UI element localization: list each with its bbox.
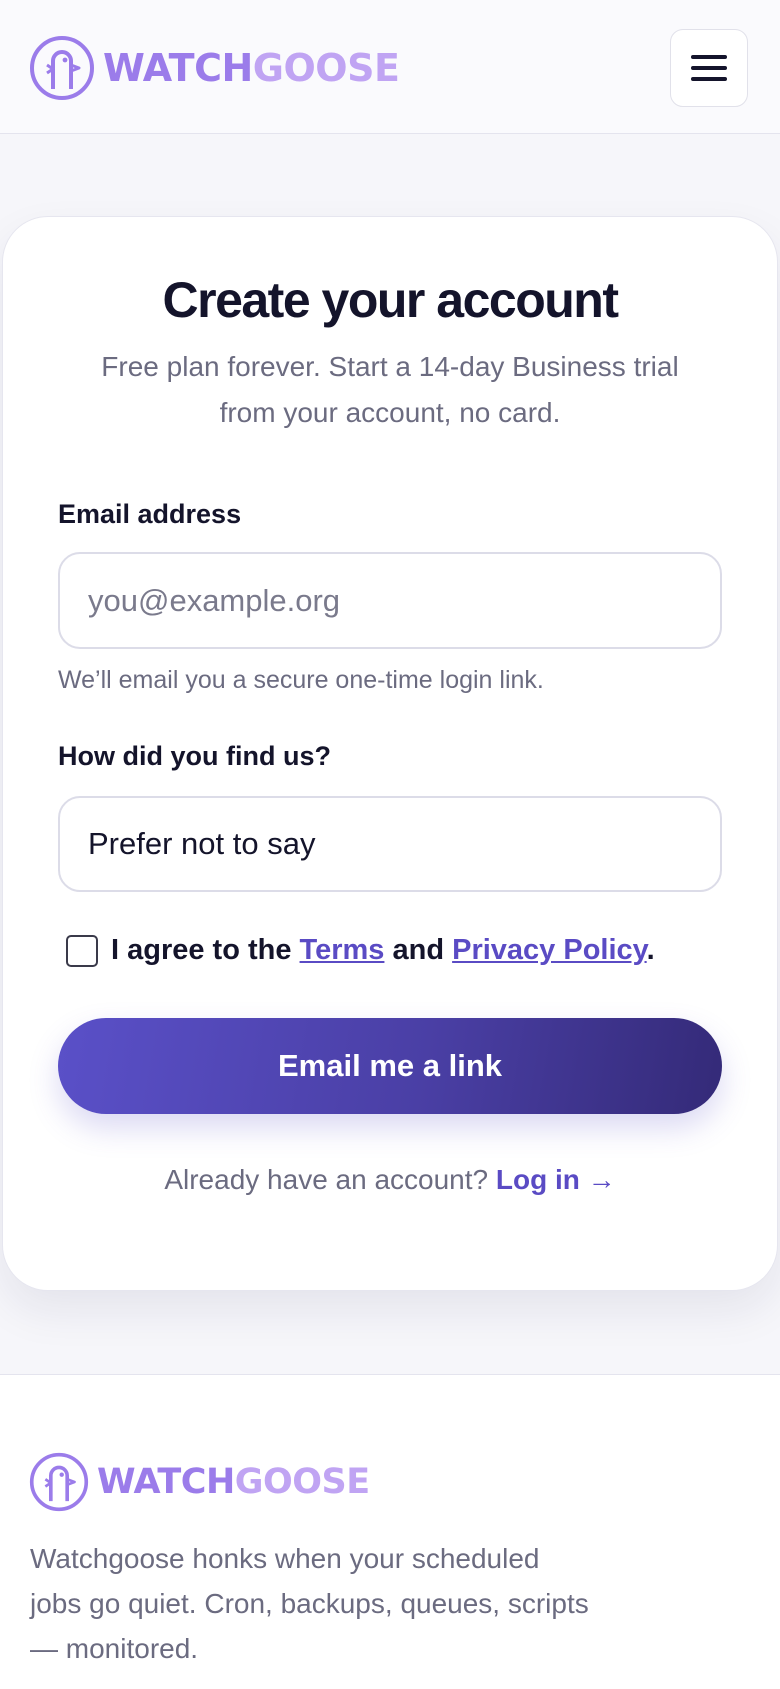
page-title: Create your account (162, 272, 619, 328)
email-label: Email address (58, 499, 242, 529)
footer-wordmark-part1: WATCH (97, 1462, 235, 1502)
site-header: WATCHGOOSE (0, 0, 780, 134)
footer-brand-wordmark: WATCHGOOSE (97, 1462, 370, 1502)
brand-wordmark: WATCHGOOSE (103, 46, 400, 90)
terms-link[interactable]: Terms (300, 934, 385, 966)
terms-agreement-text: I agree to the Terms and Privacy Policy. (111, 934, 655, 967)
footer-description: Watchgoose honks when your scheduled job… (30, 1543, 589, 1664)
hamburger-menu-icon-bar (691, 66, 727, 70)
brand-wordmark-part1: WATCH (103, 46, 253, 90)
footer-wordmark-part2: GOOSE (234, 1462, 370, 1502)
login-link[interactable]: Log in → (496, 1164, 616, 1195)
goose-logo-icon (30, 36, 94, 100)
agree-suffix-text: . (646, 934, 655, 966)
footer-brand-logo[interactable]: WATCHGOOSE (29, 1452, 370, 1512)
page-subtitle: Free plan forever. Start a 14-day Busine… (101, 351, 679, 428)
privacy-policy-link[interactable]: Privacy Policy (452, 934, 647, 966)
brand-wordmark-part2: GOOSE (252, 46, 400, 90)
hamburger-menu-icon-bar (691, 77, 727, 81)
email-me-link-button[interactable]: Email me a link (58, 1018, 722, 1114)
source-select-value: Prefer not to say (88, 826, 316, 861)
login-prompt: Already have an account? Log in → (0, 1164, 780, 1196)
hamburger-menu-icon-bar (691, 55, 727, 59)
terms-agreement: I agree to the Terms and Privacy Policy. (66, 934, 655, 967)
email-hint: We’ll email you a secure one-time login … (58, 666, 544, 694)
login-prompt-text: Already have an account? (164, 1164, 496, 1195)
brand-logo[interactable]: WATCHGOOSE (29, 35, 400, 101)
terms-checkbox[interactable] (66, 934, 98, 967)
source-select[interactable]: Prefer not to say (58, 796, 722, 892)
agree-and-text: and (384, 934, 453, 966)
agree-prefix-text: I agree to the (111, 934, 300, 966)
goose-logo-icon (29, 1452, 89, 1512)
source-label: How did you find us? (58, 741, 331, 771)
email-field[interactable] (58, 552, 722, 649)
menu-button[interactable] (670, 29, 748, 107)
